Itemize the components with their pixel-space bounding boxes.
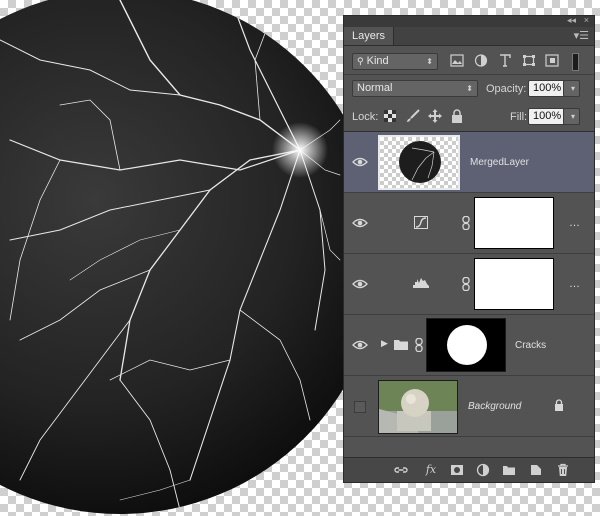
curves-adjustment-icon xyxy=(414,216,428,229)
layer-thumbnail[interactable] xyxy=(378,135,460,190)
close-icon[interactable]: × xyxy=(584,15,589,25)
fill-value: 100% xyxy=(533,110,562,122)
eye-icon[interactable] xyxy=(352,217,368,229)
layer-row-background[interactable]: Background xyxy=(344,376,594,437)
add-mask-icon[interactable] xyxy=(450,463,464,477)
new-adjustment-icon[interactable] xyxy=(476,463,490,477)
tab-layers[interactable]: Layers xyxy=(344,27,395,45)
layer-name[interactable]: Background xyxy=(468,401,521,412)
shape-filter-icon[interactable] xyxy=(522,54,536,67)
blend-mode-value: Normal xyxy=(357,82,393,94)
image-filter-icon[interactable] xyxy=(450,54,464,67)
lock-label: Lock: xyxy=(352,111,379,123)
layer-name[interactable]: MergedLayer xyxy=(470,157,529,168)
crack-impact-glow xyxy=(272,122,328,178)
double-chevron-icon[interactable]: ◂◂ xyxy=(567,15,576,26)
new-group-icon[interactable] xyxy=(502,463,516,477)
background-photo-thumbnail xyxy=(379,381,457,433)
layer-list: MergedLayer … … ▶ Cracks Background xyxy=(344,132,594,452)
opacity-label: Opacity: xyxy=(486,83,527,95)
chevron-down-icon: ▾ xyxy=(570,112,575,121)
visibility-toggle[interactable] xyxy=(354,401,366,413)
link-layers-icon[interactable] xyxy=(394,463,408,477)
chevron-updown-icon: ⬍ xyxy=(426,57,433,66)
sphere xyxy=(0,0,382,514)
folder-icon xyxy=(394,340,408,350)
more-options-icon[interactable]: … xyxy=(569,217,580,229)
opacity-value: 100% xyxy=(533,82,562,94)
link-icon[interactable] xyxy=(461,277,471,291)
lock-transparent-pixels-icon[interactable] xyxy=(384,110,396,122)
eye-icon[interactable] xyxy=(352,278,368,290)
layer-mask-thumbnail[interactable] xyxy=(474,258,554,310)
move-icon[interactable] xyxy=(428,109,442,123)
layer-row-levels-adjustment[interactable]: … xyxy=(344,254,594,315)
panel-tab-bar: Layers ▾☰ xyxy=(344,27,594,46)
fill-dropdown-button[interactable]: ▾ xyxy=(563,108,580,125)
type-filter-icon[interactable] xyxy=(498,54,512,67)
fill-label: Fill: xyxy=(510,111,528,123)
eye-icon[interactable] xyxy=(352,156,368,168)
filter-row: ⚲ Kind ⬍ xyxy=(344,51,594,73)
sphere-thumbnail xyxy=(399,141,441,183)
kind-label: Kind xyxy=(366,55,389,67)
layer-row-cracks-group[interactable]: ▶ Cracks xyxy=(344,315,594,376)
new-layer-icon[interactable] xyxy=(529,463,543,477)
eye-icon[interactable] xyxy=(352,339,368,351)
kind-filter-dropdown[interactable]: ⚲ Kind ⬍ xyxy=(352,53,438,70)
layer-name[interactable]: Cracks xyxy=(515,340,546,351)
filter-toggle-icon[interactable] xyxy=(572,53,579,71)
fx-icon[interactable]: fx xyxy=(422,463,440,477)
blend-mode-dropdown[interactable]: Normal ⬍ xyxy=(352,80,478,97)
expand-triangle-icon[interactable]: ▶ xyxy=(381,338,388,349)
adjustment-filter-icon[interactable] xyxy=(474,54,488,67)
more-options-icon[interactable]: … xyxy=(569,278,580,290)
panel-footer: fx xyxy=(344,457,594,482)
layer-row-curves-adjustment[interactable]: … xyxy=(344,193,594,254)
layers-panel: ◂◂ × Layers ▾☰ ⚲ Kind ⬍ Normal ⬍ Opacity… xyxy=(343,15,595,483)
chevron-down-icon: ▾ xyxy=(570,84,575,93)
search-icon: ⚲ xyxy=(357,56,364,66)
opacity-dropdown-button[interactable]: ▾ xyxy=(563,80,580,97)
blend-row: Normal ⬍ Opacity: 100% ▾ xyxy=(344,78,594,100)
layer-thumbnail[interactable] xyxy=(378,380,458,434)
link-icon[interactable] xyxy=(461,216,471,230)
smart-object-filter-icon[interactable] xyxy=(545,54,559,67)
chevron-updown-icon: ⬍ xyxy=(466,84,473,93)
lock-icon[interactable] xyxy=(451,109,463,123)
panel-title-bar[interactable]: ◂◂ × xyxy=(344,15,594,27)
link-icon[interactable] xyxy=(414,338,424,352)
group-mask-thumbnail[interactable] xyxy=(426,318,506,372)
panel-menu-icon[interactable]: ▾☰ xyxy=(574,29,589,42)
lock-icon xyxy=(555,399,563,411)
layer-row-mergedlayer[interactable]: MergedLayer xyxy=(344,132,594,193)
lock-row: Lock: Fill: 100% ▾ xyxy=(344,106,594,128)
levels-adjustment-icon xyxy=(413,278,429,288)
brush-icon[interactable] xyxy=(406,109,420,123)
layer-mask-thumbnail[interactable] xyxy=(474,197,554,249)
trash-icon[interactable] xyxy=(556,463,570,477)
